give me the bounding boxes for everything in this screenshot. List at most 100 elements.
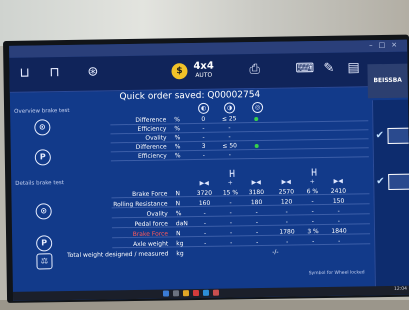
detail-cell: -	[229, 219, 233, 227]
detail-cell: 1840	[331, 227, 347, 235]
detail-row-unit: %	[175, 210, 182, 218]
detail-cell: -/-	[272, 248, 279, 256]
keyboard-icon[interactable]: ⌨	[295, 61, 314, 76]
detail-cell: -	[203, 229, 207, 237]
detail-cell: -	[285, 208, 288, 216]
parking-brake-icon: P	[36, 235, 53, 252]
ok-indicator	[254, 143, 259, 149]
right-side-panel: ✔ ✔	[371, 99, 409, 291]
overview-cell: 0	[201, 115, 206, 123]
detail-cell: -	[229, 199, 232, 207]
brake-disc-icon[interactable]: ⊛	[87, 65, 98, 80]
overview-row-unit: %	[174, 143, 181, 151]
service-brake-icon: ⊙	[34, 119, 51, 136]
overview-cell: -	[228, 151, 231, 159]
detail-cell: -	[255, 209, 258, 217]
service-brake-icon: ⊙	[35, 203, 52, 220]
check-icon: ✔	[376, 176, 385, 188]
detail-row-label: Pedal force	[134, 220, 168, 228]
rear-axle-icon: ┣┫	[310, 169, 318, 177]
detail-cell: 150	[332, 197, 345, 205]
overview-row-unit: %	[174, 152, 181, 160]
parking-brake-icon: P	[34, 149, 51, 166]
detail-cell: -	[338, 237, 341, 245]
detail-cell: -	[311, 208, 314, 216]
detail-cell: 1780	[279, 228, 295, 236]
detail-cell: -	[255, 229, 259, 237]
printer-icon[interactable]: ⎙	[249, 62, 260, 77]
window-controls[interactable]: –□×	[369, 41, 403, 50]
detail-cell: -	[337, 207, 340, 215]
app-icon[interactable]	[212, 289, 220, 296]
overview-cell: ≤ 25	[221, 115, 237, 123]
detail-cell: -	[256, 239, 259, 247]
detail-cell: 15 %	[222, 189, 239, 197]
detail-row-unit: N	[175, 230, 181, 238]
browser-icon[interactable]	[202, 289, 210, 296]
ok-indicator	[254, 117, 259, 122]
detail-cell: -	[204, 239, 207, 247]
detail-row-unit: daN	[175, 220, 188, 228]
detail-cell: 6 %	[306, 188, 319, 196]
app-icon[interactable]	[192, 289, 200, 297]
detail-cell: 3180	[248, 188, 265, 197]
axle-icon[interactable]: ⊓	[49, 65, 59, 80]
overview-cell: -	[202, 133, 205, 141]
detail-row-label: Ovality	[146, 210, 168, 218]
left-wheel-col-icon: ▶◀	[199, 179, 209, 187]
drive-mode-button[interactable]: 4x4 AUTO	[193, 60, 214, 80]
detail-cell: 180	[250, 198, 263, 207]
detail-cell: -	[311, 198, 314, 206]
search-icon[interactable]	[172, 290, 180, 297]
detail-cell: 3 %	[307, 228, 319, 236]
edit-icon[interactable]: ✎	[323, 61, 334, 76]
brand-logo: BEISSBA	[367, 63, 408, 99]
diff-col-icon: +	[309, 178, 315, 186]
left-wheel-icon: ◐	[197, 102, 210, 114]
start-icon[interactable]	[162, 290, 170, 297]
axle-thumbnail[interactable]	[388, 173, 409, 190]
detail-cell: 160	[198, 199, 211, 207]
folder-icon[interactable]	[182, 290, 190, 297]
detail-row-label: Brake Force	[132, 190, 168, 198]
detail-cell: -	[230, 239, 233, 247]
overview-row-unit: %	[174, 116, 181, 124]
details-section-title: Details brake test	[15, 180, 64, 187]
overview-cell: -	[202, 151, 205, 159]
detail-row-unit: kg	[176, 250, 184, 258]
detail-cell: -	[337, 217, 341, 225]
detail-row-label: Rolling Resistance	[113, 200, 168, 209]
detail-cell: 3720	[196, 189, 213, 197]
detail-row-unit: kg	[176, 240, 184, 248]
overview-row-unit: %	[174, 125, 181, 133]
detail-cell: 2410	[330, 187, 347, 195]
wheel-locked-legend: Symbol for Wheel locked	[308, 270, 365, 277]
status-icon: ◎	[251, 101, 264, 114]
detail-row-unit: N	[175, 200, 181, 208]
app-screen: –□× ⊔ ⊓ ⊛ $ 4x4 AUTO ⎙ ⌨ ✎ ▤ BEISSBA Qui…	[9, 39, 409, 301]
front-axle-icon: ┣┫	[228, 170, 236, 178]
detail-cell: -	[286, 238, 289, 246]
overview-section-title: Overview brake test	[14, 107, 70, 115]
detail-cell: -	[229, 229, 233, 237]
coin-badge-icon[interactable]: $	[171, 63, 188, 80]
detail-cell: -	[312, 238, 315, 246]
detail-cell: 120	[280, 198, 293, 206]
left-wheel-col-icon: ▶◀	[281, 178, 291, 186]
clipboard-icon[interactable]: ▤	[347, 60, 360, 75]
detail-row-label: Total weight designed / measured	[67, 250, 169, 260]
vehicle-lift-icon[interactable]: ⊔	[19, 66, 29, 81]
overview-cell: -	[228, 124, 231, 132]
detail-cell: -	[255, 219, 259, 227]
overview-row-unit: %	[174, 134, 181, 142]
detail-cell: 2570	[278, 188, 295, 196]
check-icon: ✔	[375, 130, 385, 142]
axle-thumbnail[interactable]	[387, 127, 409, 144]
taskbar-clock: 12:04	[393, 286, 407, 292]
detail-cell: -	[285, 218, 289, 226]
drive-mode-label: 4x4	[193, 60, 214, 73]
monitor-frame: –□× ⊔ ⊓ ⊛ $ 4x4 AUTO ⎙ ⌨ ✎ ▤ BEISSBA Qui…	[3, 34, 409, 303]
detail-cell: -	[229, 209, 232, 217]
right-wheel-col-icon: ▶◀	[333, 177, 343, 185]
drive-mode-sublabel: AUTO	[195, 71, 213, 79]
